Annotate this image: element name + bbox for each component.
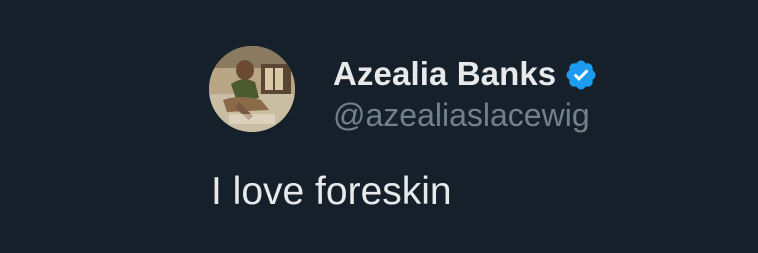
avatar[interactable]	[209, 46, 295, 132]
avatar-image	[209, 46, 295, 132]
verified-badge-icon[interactable]	[564, 58, 598, 92]
tweet-card: Azealia Banks @azealiaslacewig I love fo…	[0, 0, 758, 253]
handle[interactable]: @azealiaslacewig	[333, 94, 590, 136]
author-row: Azealia Banks	[333, 52, 598, 96]
tweet-text: I love foreskin	[211, 170, 452, 213]
display-name[interactable]: Azealia Banks	[333, 52, 556, 96]
